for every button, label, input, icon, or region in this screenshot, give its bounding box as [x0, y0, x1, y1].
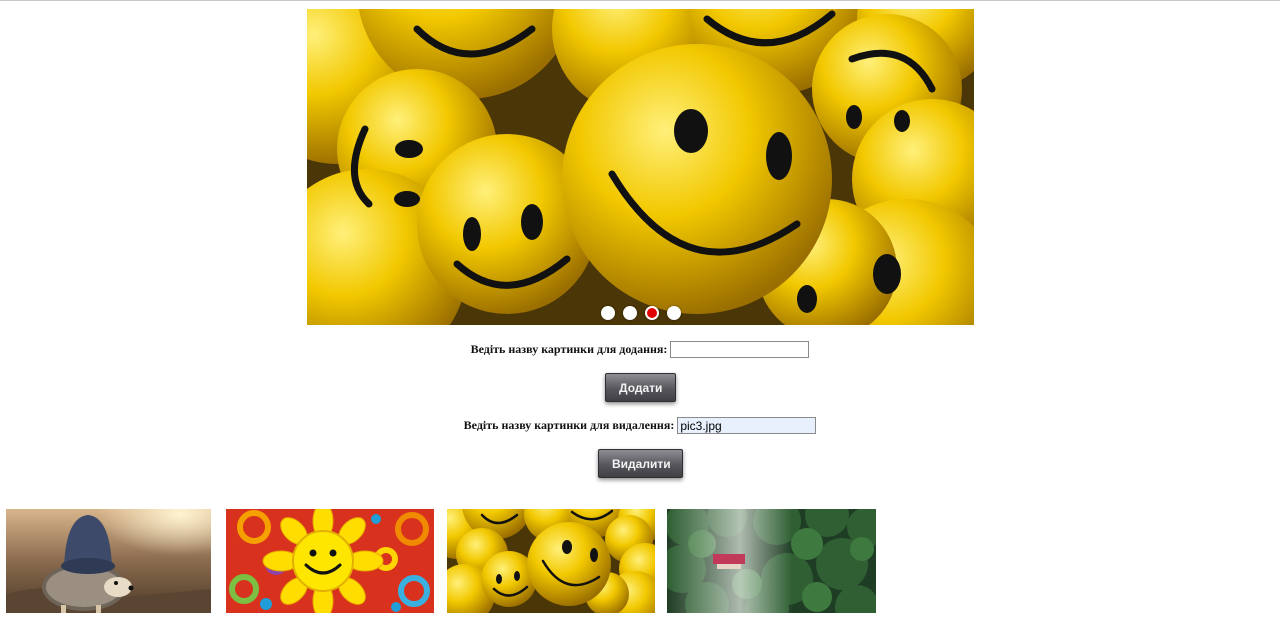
slider-dot-4[interactable]	[666, 306, 681, 320]
slider-dot-2[interactable]	[622, 306, 637, 320]
delete-image-name-input[interactable]	[677, 417, 817, 434]
top-divider	[0, 0, 1280, 1]
slider-image-smiley-balls	[307, 9, 974, 325]
thumbnail-smiley-balls[interactable]	[447, 509, 655, 613]
add-form: Ведіть назву картинки для додання:	[0, 341, 1280, 358]
add-label: Ведіть назву картинки для додання:	[470, 342, 668, 356]
slider-dot-3[interactable]	[644, 306, 659, 320]
delete-label: Ведіть назву картинки для видалення:	[463, 418, 675, 432]
slider-dot-1[interactable]	[600, 306, 615, 320]
delete-form: Ведіть назву картинки для видалення:	[0, 417, 1280, 434]
add-image-name-input[interactable]	[670, 341, 810, 358]
slider-dots	[307, 306, 974, 320]
image-slider	[307, 9, 974, 325]
add-button[interactable]: Додати	[605, 373, 676, 402]
thumbnail-forest[interactable]	[667, 509, 876, 613]
thumbnail-sunflower[interactable]	[226, 509, 434, 613]
thumbnail-hedgehog[interactable]	[6, 509, 211, 613]
delete-button[interactable]: Видалити	[598, 449, 683, 478]
